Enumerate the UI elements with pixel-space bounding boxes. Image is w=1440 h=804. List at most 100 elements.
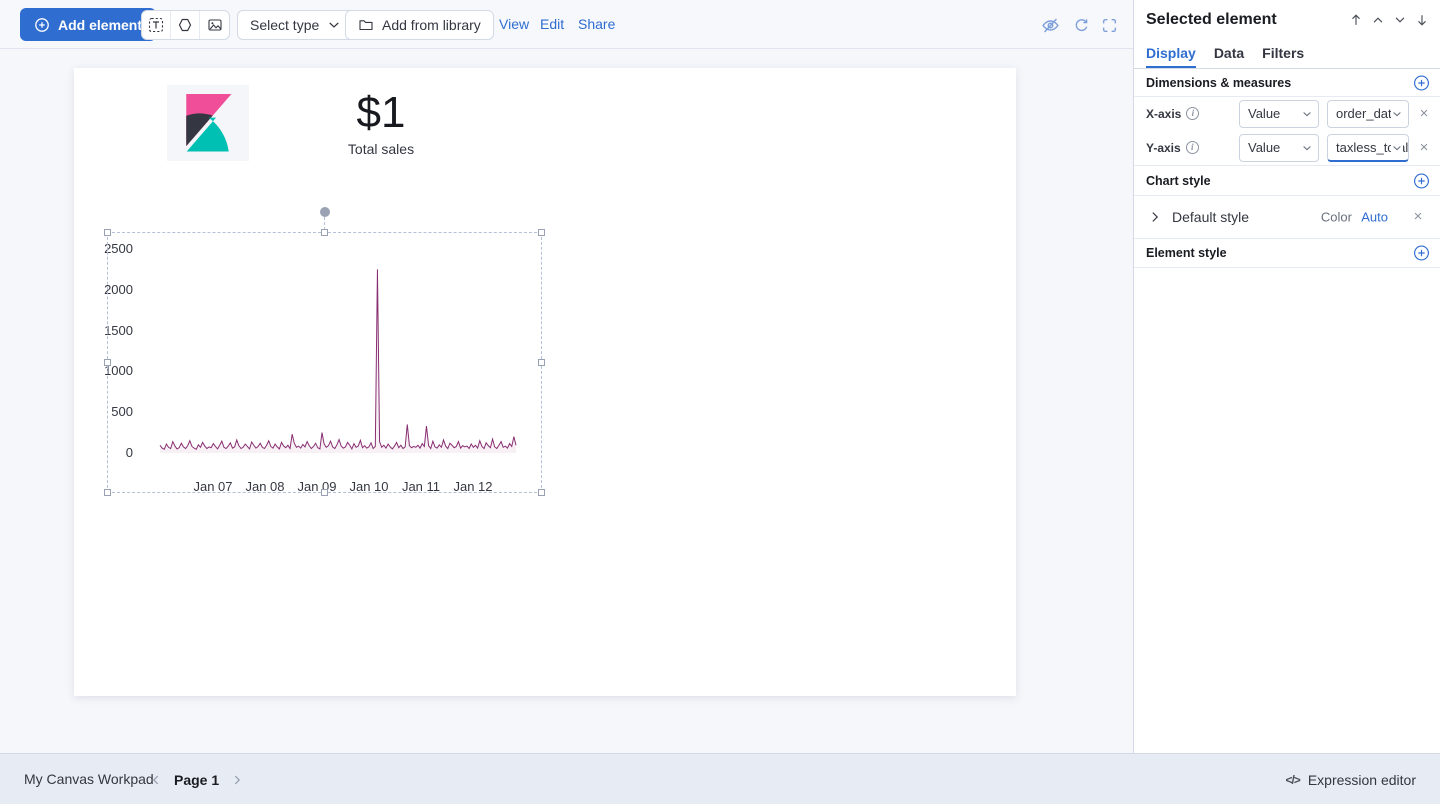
layer-order-controls [1348,12,1430,28]
tab-data[interactable]: Data [1214,42,1244,68]
resize-handle-middle-left[interactable] [104,359,111,366]
image-element-icon [207,17,223,33]
share-link[interactable]: Share [578,0,615,49]
previous-page-button[interactable] [148,772,164,788]
folder-icon [358,17,374,33]
panel-title: Selected element [1146,11,1277,29]
fullscreen-icon [1101,17,1118,34]
x-axis-row: X-axis Value order_date × [1134,97,1440,130]
select-type-label: Select type [250,17,319,33]
chevron-down-icon [1393,13,1407,27]
add-from-library-button[interactable]: Add from library [345,10,494,40]
y-axis-field-select[interactable]: taxless_total_price [1327,134,1409,162]
info-icon [1186,107,1199,120]
resize-handle-top-left[interactable] [104,229,111,236]
send-backward-button[interactable] [1392,12,1408,28]
refresh-icon [1073,17,1090,34]
hide-editing-controls-button[interactable] [1040,15,1060,35]
element-style-label: Element style [1146,246,1227,260]
view-link[interactable]: View [499,0,529,49]
chevron-down-icon [1391,142,1403,154]
resize-handle-bottom-right[interactable] [538,489,545,496]
add-chart-style-button[interactable] [1413,173,1430,190]
workpad-page[interactable]: $1 Total sales 05001000150020002500 Jan … [74,68,1016,696]
quick-element-group [141,10,230,40]
y-axis-row: Y-axis Value taxless_total_price × [1134,130,1440,166]
add-shape-button[interactable] [171,11,200,39]
next-page-button[interactable] [229,772,245,788]
remove-y-axis-button[interactable]: × [1416,140,1432,156]
add-from-library-label: Add from library [382,17,481,33]
resize-handle-middle-right[interactable] [538,359,545,366]
top-toolbar: Add element Select type Add from library… [0,0,1133,49]
color-label: Color [1321,210,1352,225]
expression-editor-label: Expression editor [1308,772,1416,788]
plus-circle-icon [34,17,50,33]
chevron-left-icon [149,773,163,787]
color-auto-link[interactable]: Auto [1361,210,1388,225]
rotation-handle[interactable] [320,207,330,217]
x-axis-field-select[interactable]: order_date [1327,100,1409,128]
workpad-name-button[interactable]: My Canvas Workpad [24,754,154,804]
tab-filters[interactable]: Filters [1262,42,1304,68]
bottom-bar: My Canvas Workpad Page 1 Expression edit… [0,753,1440,804]
add-element-button[interactable]: Add element [20,8,156,41]
bring-to-front-button[interactable] [1348,12,1364,28]
text-element-icon [148,17,164,33]
canvas-stage[interactable]: $1 Total sales 05001000150020002500 Jan … [0,49,1133,753]
resize-handle-top-center[interactable] [321,229,328,236]
chevron-down-icon [1301,142,1313,154]
x-axis-type-value: Value [1248,106,1280,121]
metric-element[interactable]: $1 Total sales [306,88,456,157]
chevron-right-icon [230,773,244,787]
x-axis-field-value: order_date [1336,106,1399,121]
fullscreen-button[interactable] [1099,15,1119,35]
resize-handle-bottom-center[interactable] [321,489,328,496]
add-dimension-button[interactable] [1413,74,1430,91]
dimensions-measures-header: Dimensions & measures [1134,69,1440,97]
resize-handle-bottom-left[interactable] [104,489,111,496]
page-label[interactable]: Page 1 [174,772,219,788]
y-axis-label-group: Y-axis [1146,141,1199,155]
y-axis-type-value: Value [1248,140,1280,155]
y-axis-label: Y-axis [1146,141,1181,155]
metric-value: $1 [306,88,456,139]
kibana-logo-element[interactable] [167,85,249,161]
kibana-logo-icon [179,92,237,154]
x-axis-label: X-axis [1146,107,1181,121]
add-element-style-button[interactable] [1413,245,1430,262]
info-icon [1186,141,1199,154]
resize-handle-top-right[interactable] [538,229,545,236]
edit-link[interactable]: Edit [540,0,564,49]
expression-editor-button[interactable]: Expression editor [1285,754,1416,804]
send-to-back-button[interactable] [1414,12,1430,28]
chevron-down-icon [327,18,341,32]
refresh-button[interactable] [1071,15,1091,35]
code-icon [1285,773,1299,787]
element-selection-box[interactable] [107,232,542,493]
x-axis-type-select[interactable]: Value [1239,100,1319,128]
select-type-dropdown[interactable]: Select type [237,10,354,40]
default-style-row: Default style Color Auto × [1134,196,1440,239]
add-text-button[interactable] [142,11,171,39]
eye-slash-icon [1041,16,1060,35]
chevron-up-icon [1371,13,1385,27]
x-axis-label-group: X-axis [1146,107,1199,121]
add-element-label: Add element [58,17,142,33]
selected-element-panel: Selected element Display Data Filters Di… [1133,0,1440,753]
remove-style-button[interactable]: × [1410,209,1426,225]
chevron-down-icon [1391,108,1403,120]
tab-display[interactable]: Display [1146,42,1196,68]
arrow-up-icon [1349,13,1363,27]
remove-x-axis-button[interactable]: × [1416,106,1432,122]
shape-element-icon [177,17,193,33]
page-controls: Page 1 [148,754,245,804]
chart-style-header: Chart style [1134,167,1440,196]
add-image-button[interactable] [200,11,229,39]
chevron-right-icon[interactable] [1148,210,1162,224]
y-axis-type-select[interactable]: Value [1239,134,1319,162]
bring-forward-button[interactable] [1370,12,1386,28]
default-style-label: Default style [1172,209,1249,225]
metric-label: Total sales [306,141,456,157]
arrow-down-icon [1415,13,1429,27]
